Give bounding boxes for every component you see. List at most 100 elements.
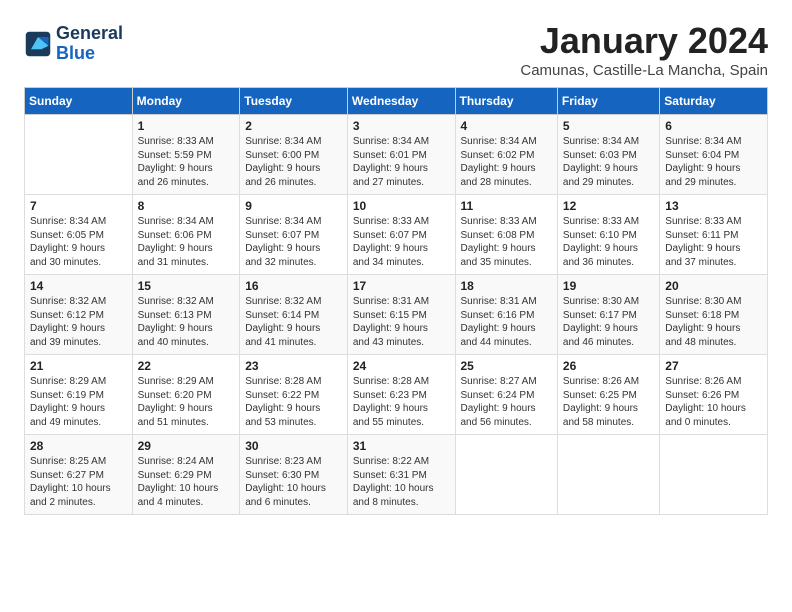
day-info: Sunrise: 8:31 AM Sunset: 6:15 PM Dayligh… <box>353 295 450 349</box>
calendar-cell: 30 Sunrise: 8:23 AM Sunset: 6:30 PM Dayli… <box>240 435 348 515</box>
day-number: 10 <box>353 199 450 213</box>
day-number: 8 <box>138 199 235 213</box>
logo-line1: General <box>56 24 123 44</box>
calendar-week-1: 7Sunrise: 8:34 AM Sunset: 6:05 PM Daylig… <box>25 195 768 275</box>
day-info: Sunrise: 8:25 AM Sunset: 6:27 PM Dayligh… <box>30 455 127 509</box>
day-number: 21 <box>30 359 127 373</box>
calendar-cell: 17 Sunrise: 8:31 AM Sunset: 6:15 PM Dayli… <box>347 275 455 355</box>
day-info: Sunrise: 8:34 AM Sunset: 6:06 PM Dayligh… <box>138 215 235 269</box>
month-title: January 2024 <box>520 20 768 62</box>
logo-icon <box>24 30 52 58</box>
calendar-cell: 12Sunrise: 8:33 AM Sunset: 6:10 PM Dayli… <box>557 195 659 275</box>
day-info: Sunrise: 8:33 AM Sunset: 6:07 PM Dayligh… <box>353 215 450 269</box>
calendar-cell: 10 Sunrise: 8:33 AM Sunset: 6:07 PM Dayli… <box>347 195 455 275</box>
day-info: Sunrise: 8:33 AM Sunset: 6:08 PM Dayligh… <box>461 215 552 269</box>
calendar-cell: 1 Sunrise: 8:33 AM Sunset: 5:59 PM Daylig… <box>132 115 240 195</box>
day-number: 31 <box>353 439 450 453</box>
col-header-sunday: Sunday <box>25 88 133 115</box>
day-number: 24 <box>353 359 450 373</box>
calendar-week-4: 28 Sunrise: 8:25 AM Sunset: 6:27 PM Dayli… <box>25 435 768 515</box>
day-info: Sunrise: 8:29 AM Sunset: 6:20 PM Dayligh… <box>138 375 235 429</box>
calendar-cell: 22 Sunrise: 8:29 AM Sunset: 6:20 PM Dayli… <box>132 355 240 435</box>
calendar-week-3: 21Sunrise: 8:29 AM Sunset: 6:19 PM Dayli… <box>25 355 768 435</box>
calendar-cell <box>660 435 768 515</box>
calendar-cell: 5 Sunrise: 8:34 AM Sunset: 6:03 PM Daylig… <box>557 115 659 195</box>
day-number: 26 <box>563 359 654 373</box>
day-number: 20 <box>665 279 762 293</box>
day-number: 19 <box>563 279 654 293</box>
day-info: Sunrise: 8:31 AM Sunset: 6:16 PM Dayligh… <box>461 295 552 349</box>
calendar-cell: 6 Sunrise: 8:34 AM Sunset: 6:04 PM Daylig… <box>660 115 768 195</box>
logo-line2: Blue <box>56 44 123 64</box>
calendar-cell: 24 Sunrise: 8:28 AM Sunset: 6:23 PM Dayli… <box>347 355 455 435</box>
day-info: Sunrise: 8:34 AM Sunset: 6:01 PM Dayligh… <box>353 135 450 189</box>
title-block: January 2024 Camunas, Castille-La Mancha… <box>520 20 768 79</box>
day-number: 16 <box>245 279 342 293</box>
col-header-monday: Monday <box>132 88 240 115</box>
calendar-cell: 28 Sunrise: 8:25 AM Sunset: 6:27 PM Dayli… <box>25 435 133 515</box>
day-number: 9 <box>245 199 342 213</box>
day-number: 6 <box>665 119 762 133</box>
col-header-wednesday: Wednesday <box>347 88 455 115</box>
day-info: Sunrise: 8:34 AM Sunset: 6:03 PM Dayligh… <box>563 135 654 189</box>
day-number: 18 <box>461 279 552 293</box>
day-number: 25 <box>461 359 552 373</box>
day-info: Sunrise: 8:34 AM Sunset: 6:04 PM Dayligh… <box>665 135 762 189</box>
day-info: Sunrise: 8:28 AM Sunset: 6:22 PM Dayligh… <box>245 375 342 429</box>
calendar-cell: 15 Sunrise: 8:32 AM Sunset: 6:13 PM Dayli… <box>132 275 240 355</box>
day-info: Sunrise: 8:34 AM Sunset: 6:07 PM Dayligh… <box>245 215 342 269</box>
calendar-header-row: SundayMondayTuesdayWednesdayThursdayFrid… <box>25 88 768 115</box>
col-header-thursday: Thursday <box>455 88 557 115</box>
calendar-cell: 20Sunrise: 8:30 AM Sunset: 6:18 PM Dayli… <box>660 275 768 355</box>
calendar-cell: 18 Sunrise: 8:31 AM Sunset: 6:16 PM Dayli… <box>455 275 557 355</box>
day-number: 30 <box>245 439 342 453</box>
day-info: Sunrise: 8:33 AM Sunset: 6:10 PM Dayligh… <box>563 215 654 269</box>
day-info: Sunrise: 8:28 AM Sunset: 6:23 PM Dayligh… <box>353 375 450 429</box>
day-number: 11 <box>461 199 552 213</box>
day-info: Sunrise: 8:32 AM Sunset: 6:14 PM Dayligh… <box>245 295 342 349</box>
calendar-cell: 8 Sunrise: 8:34 AM Sunset: 6:06 PM Daylig… <box>132 195 240 275</box>
day-info: Sunrise: 8:34 AM Sunset: 6:02 PM Dayligh… <box>461 135 552 189</box>
calendar-cell: 16 Sunrise: 8:32 AM Sunset: 6:14 PM Dayli… <box>240 275 348 355</box>
day-info: Sunrise: 8:26 AM Sunset: 6:25 PM Dayligh… <box>563 375 654 429</box>
day-info: Sunrise: 8:23 AM Sunset: 6:30 PM Dayligh… <box>245 455 342 509</box>
day-number: 23 <box>245 359 342 373</box>
calendar-cell: 7Sunrise: 8:34 AM Sunset: 6:05 PM Daylig… <box>25 195 133 275</box>
calendar-cell: 14 Sunrise: 8:32 AM Sunset: 6:12 PM Dayli… <box>25 275 133 355</box>
location-title: Camunas, Castille-La Mancha, Spain <box>520 62 768 79</box>
calendar-cell: 21Sunrise: 8:29 AM Sunset: 6:19 PM Dayli… <box>25 355 133 435</box>
day-number: 15 <box>138 279 235 293</box>
day-number: 7 <box>30 199 127 213</box>
day-info: Sunrise: 8:30 AM Sunset: 6:17 PM Dayligh… <box>563 295 654 349</box>
calendar-cell: 23 Sunrise: 8:28 AM Sunset: 6:22 PM Dayli… <box>240 355 348 435</box>
day-number: 1 <box>138 119 235 133</box>
calendar-body: 1 Sunrise: 8:33 AM Sunset: 5:59 PM Daylig… <box>25 115 768 515</box>
day-info: Sunrise: 8:32 AM Sunset: 6:12 PM Dayligh… <box>30 295 127 349</box>
day-number: 27 <box>665 359 762 373</box>
calendar-cell: 27 Sunrise: 8:26 AM Sunset: 6:26 PM Dayli… <box>660 355 768 435</box>
day-info: Sunrise: 8:33 AM Sunset: 6:11 PM Dayligh… <box>665 215 762 269</box>
day-info: Sunrise: 8:33 AM Sunset: 5:59 PM Dayligh… <box>138 135 235 189</box>
calendar-cell: 11 Sunrise: 8:33 AM Sunset: 6:08 PM Dayli… <box>455 195 557 275</box>
day-number: 29 <box>138 439 235 453</box>
col-header-friday: Friday <box>557 88 659 115</box>
day-number: 13 <box>665 199 762 213</box>
day-number: 22 <box>138 359 235 373</box>
day-number: 3 <box>353 119 450 133</box>
calendar-cell: 4 Sunrise: 8:34 AM Sunset: 6:02 PM Daylig… <box>455 115 557 195</box>
day-info: Sunrise: 8:26 AM Sunset: 6:26 PM Dayligh… <box>665 375 762 429</box>
day-info: Sunrise: 8:34 AM Sunset: 6:00 PM Dayligh… <box>245 135 342 189</box>
col-header-saturday: Saturday <box>660 88 768 115</box>
calendar-week-0: 1 Sunrise: 8:33 AM Sunset: 5:59 PM Daylig… <box>25 115 768 195</box>
page-header: General Blue January 2024 Camunas, Casti… <box>24 20 768 79</box>
calendar-cell <box>557 435 659 515</box>
calendar-cell: 25Sunrise: 8:27 AM Sunset: 6:24 PM Dayli… <box>455 355 557 435</box>
day-number: 28 <box>30 439 127 453</box>
day-number: 5 <box>563 119 654 133</box>
day-number: 14 <box>30 279 127 293</box>
day-number: 4 <box>461 119 552 133</box>
calendar-cell: 3 Sunrise: 8:34 AM Sunset: 6:01 PM Daylig… <box>347 115 455 195</box>
day-number: 17 <box>353 279 450 293</box>
calendar-week-2: 14 Sunrise: 8:32 AM Sunset: 6:12 PM Dayli… <box>25 275 768 355</box>
day-info: Sunrise: 8:32 AM Sunset: 6:13 PM Dayligh… <box>138 295 235 349</box>
